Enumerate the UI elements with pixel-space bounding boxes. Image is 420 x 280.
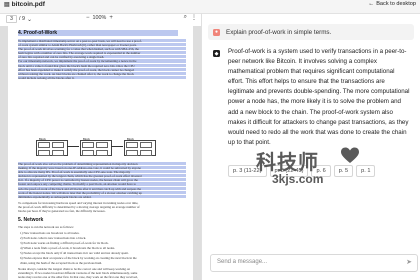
- block-tx-row: [125, 149, 155, 157]
- section-heading-network: 5. Network: [18, 217, 44, 223]
- page-navigator: 3 / 9 ⌄: [6, 15, 32, 23]
- composer-placeholder: Send a message...: [217, 259, 268, 265]
- user-message: ● Explain proof-of-work in simple terms.: [208, 24, 414, 40]
- assistant-message-text: Proof-of-work is a system used to verify…: [228, 48, 410, 146]
- text-line: decision is represented by the longest c…: [18, 174, 186, 178]
- reference-chip[interactable]: p. 1: [356, 165, 376, 177]
- reference-chip[interactable]: p. 5: [333, 165, 354, 177]
- text-line: For our timestamp network, we implement …: [18, 59, 186, 63]
- text-line: redo the proof-of-work of the block and …: [18, 186, 186, 191]
- document-icon: ▤: [4, 2, 10, 8]
- text-line: making. If the majority were based on on…: [18, 166, 186, 170]
- minus-icon[interactable]: −: [86, 15, 90, 21]
- section-heading: 4. Proof-of-Work: [18, 30, 178, 36]
- list-item: chain, using the hash of the accepted bl…: [20, 261, 103, 265]
- block-fields: [125, 141, 155, 149]
- paragraph-proof-of-work-1: To implement a distributed timestamp ser…: [18, 39, 186, 80]
- block-label: Block: [39, 137, 46, 141]
- arrow-left-icon: ←: [368, 1, 375, 7]
- text-line: effort has been expended to make it sati…: [18, 67, 186, 72]
- chain-arrow: [67, 146, 79, 147]
- heart-icon: [341, 147, 359, 163]
- text-line: would include redoing all the blocks aft…: [18, 75, 186, 80]
- text-line: blocks per hour. If they're generated to…: [18, 209, 106, 214]
- block-tx: [52, 150, 64, 156]
- title-bar: ▤ bitcoin.pdf ← Back to desktop: [0, 0, 420, 14]
- search-icon[interactable]: ⌕: [184, 14, 187, 21]
- block-tx-row: [37, 149, 67, 157]
- user-avatar: ●: [213, 28, 220, 36]
- file-title: ▤ bitcoin.pdf: [4, 1, 45, 8]
- text-line: the proof-of-work difficulty is determin…: [18, 205, 140, 210]
- block-tx: [140, 150, 152, 156]
- text-line: fastest and outpace any competing chains…: [18, 182, 186, 186]
- text-line: block until a value is found that gives …: [18, 63, 186, 68]
- text-line: The proof-of-work also solves the proble…: [18, 162, 186, 166]
- paragraph-network: Nodes always consider the longest chain …: [18, 267, 186, 280]
- block-diagram: Block Block Block: [22, 134, 172, 160]
- user-message-text: Explain proof-of-work in simple terms.: [226, 28, 332, 36]
- diagram-block: Block: [124, 137, 156, 157]
- text-line: nodes may receive one or the other first…: [18, 275, 138, 280]
- text-line: of-work system similar to Adam Back's Ha…: [18, 43, 186, 47]
- block-field: [52, 142, 64, 148]
- text-line: work of the honest nodes. We will show l…: [18, 190, 186, 195]
- diagram-block: Block: [36, 137, 68, 157]
- block-tx: [126, 150, 138, 156]
- network-intro: The steps to run the network are as foll…: [18, 225, 74, 229]
- chevron-down-icon[interactable]: ⌄: [27, 16, 32, 23]
- chain-arrow: [111, 146, 123, 147]
- text-line: hash begins with a number of zero bits. …: [18, 51, 186, 55]
- more-icon[interactable]: ⋮: [191, 14, 197, 21]
- file-name: bitcoin.pdf: [11, 1, 45, 8]
- network-steps-list: 1) New transactions are broadcast to all…: [20, 231, 137, 266]
- block-field: [126, 142, 138, 148]
- page-input[interactable]: 3: [6, 15, 17, 23]
- total-pages: / 9: [19, 16, 25, 22]
- text-line: To implement a distributed timestamp ser…: [18, 39, 186, 43]
- zoom-level[interactable]: 100%: [93, 15, 107, 21]
- text-line: able to allocate many IPs. Proof-of-work…: [18, 170, 186, 174]
- zoom-controls: − 100% +: [86, 15, 113, 21]
- block-label: Block: [127, 137, 134, 141]
- text-line: Nodes always consider the longest chain …: [18, 267, 130, 271]
- watermark-url: 3kjs.com: [272, 172, 324, 186]
- pdf-viewer[interactable]: 4. Proof-of-Work To implement a distribu…: [0, 26, 201, 280]
- block-fields: [37, 141, 67, 149]
- plus-icon[interactable]: +: [109, 15, 113, 21]
- block-label: Block: [83, 137, 90, 141]
- paragraph-proof-of-work-3: To compensate for increasing hardware sp…: [18, 201, 186, 213]
- block-field: [82, 142, 94, 148]
- text-line: in it. If a majority of CPU power is con…: [18, 178, 186, 182]
- pdf-toolbar: 3 / 9 ⌄ − 100% + ⌕ ⋮: [0, 14, 201, 24]
- block-field: [140, 142, 152, 148]
- back-label: Back to desktop: [376, 1, 416, 7]
- text-line: The proof-of-work involves scanning for …: [18, 47, 186, 51]
- block-tx-row: [81, 149, 111, 157]
- text-line: of zero bits required and can be verifie…: [18, 55, 186, 59]
- text-line: To compensate for increasing hardware sp…: [18, 201, 139, 205]
- block-tx: [38, 150, 50, 156]
- toolbar-right: ⌕ ⋮: [184, 14, 197, 21]
- block-tx: [82, 150, 94, 156]
- message-composer[interactable]: Send a message... ➤: [210, 254, 418, 272]
- block-field: [96, 142, 108, 148]
- watermark-title: 科技师: [256, 152, 319, 174]
- paragraph-proof-of-work-2: The proof-of-work also solves the proble…: [18, 162, 186, 199]
- block-fields: [81, 141, 111, 149]
- assistant-avatar: ◆: [213, 50, 220, 57]
- text-line: without redoing the work. As later block…: [18, 71, 186, 76]
- diagram-block: Block: [80, 137, 112, 157]
- pdf-page: 4. Proof-of-Work To implement a distribu…: [8, 26, 193, 280]
- app-window: ▤ bitcoin.pdf ← Back to desktop 3 / 9 ⌄ …: [0, 0, 420, 280]
- text-line: diminishes exponentially as subsequent b…: [18, 194, 186, 199]
- send-icon[interactable]: ➤: [406, 258, 412, 266]
- text-line: extending it. If two nodes broadcast dif…: [18, 271, 138, 276]
- block-field: [38, 142, 50, 148]
- back-to-desktop-button[interactable]: ← Back to desktop: [368, 1, 416, 7]
- block-tx: [96, 150, 108, 156]
